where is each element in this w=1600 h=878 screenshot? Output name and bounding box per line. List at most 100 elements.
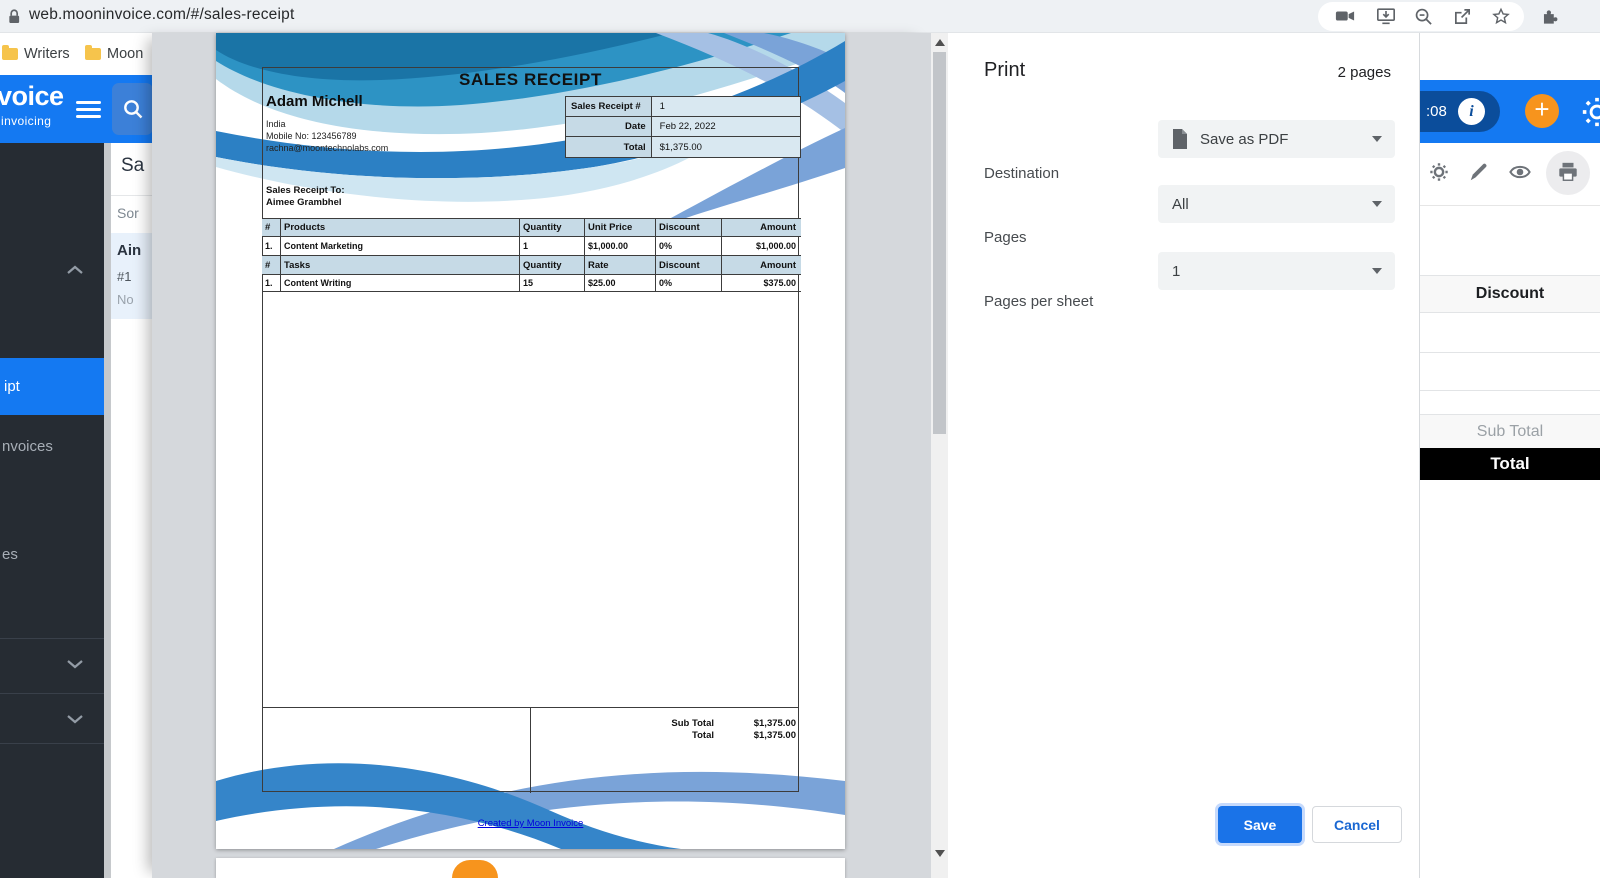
header-cell: Products	[281, 219, 520, 236]
save-button[interactable]: Save	[1218, 806, 1302, 843]
edit-pencil-icon[interactable]	[1468, 161, 1492, 185]
info-value: 1	[651, 97, 800, 116]
pdf-document-icon	[1172, 129, 1188, 149]
zoom-out-icon[interactable]	[1414, 7, 1434, 25]
info-value: Feb 22, 2022	[651, 117, 800, 136]
pages-per-sheet-select[interactable]: 1	[1158, 252, 1395, 290]
view-eye-icon[interactable]	[1508, 161, 1532, 185]
chevron-up-icon[interactable]	[66, 265, 84, 275]
lock-icon[interactable]	[7, 8, 21, 25]
header-cell: Quantity	[520, 219, 585, 236]
print-icon[interactable]	[1557, 161, 1581, 185]
app-header: voice invoicing	[0, 75, 153, 143]
cell: 1	[520, 237, 585, 255]
company-name: Adam Michell	[266, 93, 363, 110]
list-sort-label[interactable]: Sor	[117, 205, 139, 221]
cancel-button[interactable]: Cancel	[1312, 806, 1402, 843]
tasks-header-row: # Tasks Quantity Rate Discount Amount	[262, 256, 801, 275]
search-icon	[123, 100, 142, 119]
cell: 0%	[656, 237, 722, 255]
cell: $375.00	[763, 278, 796, 288]
total-row: Total	[1420, 448, 1600, 480]
header-cell: #	[262, 256, 281, 274]
discount-column-header: Discount	[1420, 275, 1600, 313]
header-cell: Amount	[722, 256, 801, 274]
info-value: $1,375.00	[651, 137, 800, 157]
search-button[interactable]	[112, 83, 153, 135]
bookmark-star-icon[interactable]	[1491, 7, 1511, 25]
video-camera-icon[interactable]	[1335, 7, 1355, 25]
extensions-puzzle-icon[interactable]	[1540, 7, 1560, 25]
table-row: Sales Receipt # 1	[566, 97, 800, 117]
menu-hamburger-icon[interactable]	[76, 101, 101, 118]
header-cell: Tasks	[281, 256, 520, 274]
products-header-row: # Products Quantity Unit Price Discount …	[262, 219, 801, 237]
company-country: India	[266, 119, 286, 129]
bookmarks-bar: Writers Moon	[0, 33, 152, 75]
header-cell: Rate	[585, 256, 656, 274]
share-icon[interactable]	[1453, 7, 1473, 25]
bill-to-label: Sales Receipt To:	[266, 185, 345, 196]
divider	[0, 638, 104, 639]
pages-per-sheet-label: Pages per sheet	[984, 293, 1094, 310]
destination-select[interactable]: Save as PDF	[1158, 120, 1395, 158]
info-label: Total	[566, 137, 652, 157]
cell: Content Writing	[281, 275, 520, 291]
settings-gear-icon[interactable]	[1580, 95, 1600, 129]
cell: 1.	[262, 237, 281, 255]
sidebar-item-es[interactable]: es	[2, 546, 18, 563]
divider	[0, 693, 104, 694]
table-row-line	[1420, 390, 1600, 391]
sidebar-item-sales-receipt[interactable]: ipt	[0, 358, 104, 415]
print-preview-page-2	[216, 858, 845, 878]
bookmark-moon[interactable]: Moon	[107, 46, 143, 62]
pages-select[interactable]: All	[1158, 185, 1395, 223]
company-email: rachna@moontechnolabs.com	[266, 143, 389, 153]
list-item-number: #1	[117, 269, 132, 284]
receipt-frame	[262, 67, 799, 792]
divider	[0, 743, 104, 744]
receipt-info-table: Sales Receipt # 1 Date Feb 22, 2022 Tota…	[565, 96, 801, 158]
product-row: 1. Content Marketing 1 $1,000.00 0% $1,0…	[262, 237, 801, 256]
pages-per-sheet-value: 1	[1172, 262, 1181, 280]
timer-value: :08	[1426, 103, 1447, 120]
install-download-icon[interactable]	[1376, 7, 1396, 25]
bookmark-folder-icon[interactable]	[2, 45, 18, 60]
browser-address-bar[interactable]: web.mooninvoice.com/#/sales-receipt	[0, 0, 1600, 33]
divider	[1420, 205, 1600, 206]
cell: 0%	[656, 275, 722, 291]
list-item[interactable]: Ain #1 No	[111, 233, 152, 319]
chevron-down-icon	[1372, 201, 1382, 207]
settings-gear-icon[interactable]	[1428, 161, 1452, 185]
chevron-down-icon[interactable]	[66, 659, 84, 669]
header-cell: Quantity	[520, 256, 585, 274]
list-title: Sa	[121, 155, 145, 176]
table-row: Total $1,375.00	[566, 137, 800, 157]
chevron-down-icon[interactable]	[66, 714, 84, 724]
info-label: Sales Receipt #	[566, 97, 652, 116]
app-header-right: :08 i +	[1420, 80, 1600, 143]
total-value: $1,375.00	[753, 730, 796, 741]
print-dialog-title: Print	[984, 59, 1026, 81]
add-button[interactable]: +	[1525, 94, 1559, 128]
header-cell: Discount	[656, 219, 722, 236]
bookmark-folder-icon[interactable]	[85, 45, 101, 60]
sidebar-item-invoices[interactable]: nvoices	[2, 438, 53, 455]
list-item-name: Ain	[117, 242, 142, 259]
scrollbar-thumb[interactable]	[933, 52, 946, 434]
list-item-note: No	[117, 292, 134, 307]
app-logo-subtitle: invoicing	[1, 114, 52, 128]
receipt-totals-box: Sub Total $1,375.00 Total $1,375.00	[262, 707, 799, 793]
cell: 15	[520, 275, 585, 291]
scroll-up-arrow[interactable]	[935, 39, 945, 46]
url-text[interactable]: web.mooninvoice.com/#/sales-receipt	[29, 6, 294, 24]
print-dialog: Print 2 pages Destination Save as PDF Pa…	[948, 33, 1420, 878]
bookmark-writers[interactable]: Writers	[24, 46, 70, 62]
timer-pill[interactable]: :08 i	[1420, 91, 1500, 132]
pages-label: Pages	[984, 229, 1027, 246]
preview-scrollbar[interactable]	[931, 33, 948, 878]
info-icon[interactable]: i	[1458, 98, 1485, 125]
scroll-down-arrow[interactable]	[935, 850, 945, 857]
chevron-down-icon	[1372, 268, 1382, 274]
divider	[111, 195, 152, 196]
